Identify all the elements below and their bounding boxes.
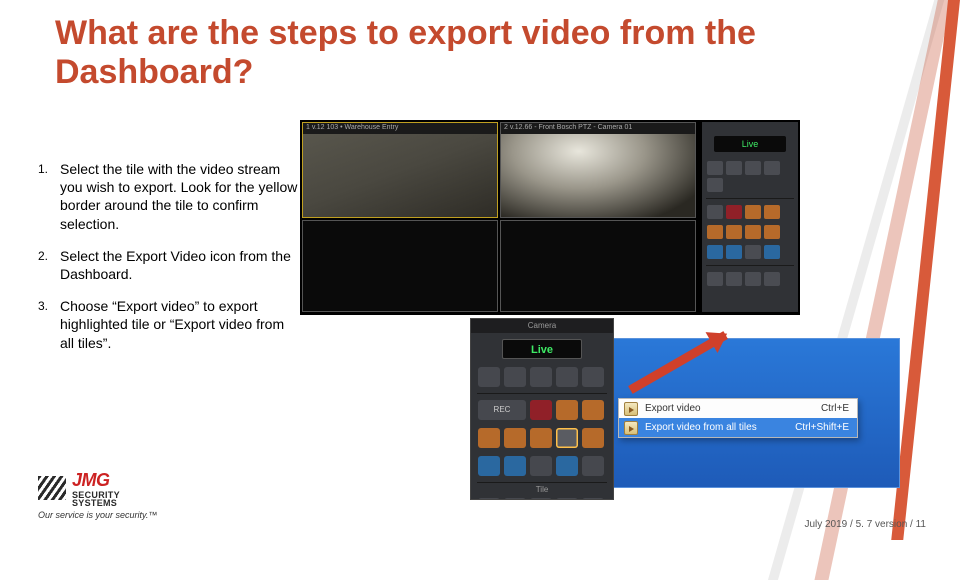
live-indicator: Live [502, 339, 582, 359]
record-icon [530, 400, 552, 420]
snapshot-icon [556, 400, 578, 420]
camera-control-panel: Live [702, 122, 798, 312]
tool-icon [707, 245, 723, 259]
panel-header: Camera [471, 319, 613, 333]
folder-icon [764, 205, 780, 219]
tool-icon [764, 225, 780, 239]
export-icon [624, 421, 638, 435]
tool-icon [530, 428, 552, 448]
pause-icon [745, 161, 761, 175]
steps-list: 1. Select the tile with the video stream… [38, 160, 298, 366]
prev-icon [726, 161, 742, 175]
layout-icon [504, 498, 526, 500]
camera-control-panel-zoom: Camera Live REC [470, 318, 614, 500]
tile-header: 1 v.12 103 • Warehouse Entry [303, 123, 497, 134]
camera-tile: 2 v.12.66 - Front Bosch PTZ - Camera 01 [500, 122, 696, 218]
tool-icon [504, 456, 526, 476]
company-logo: JMG SECURITY SYSTEMS Our service is your… [38, 470, 157, 520]
tool-icon [478, 456, 500, 476]
slide-decoration [924, 0, 960, 540]
camera-tile-empty [302, 220, 498, 312]
record-icon [726, 205, 742, 219]
step-text: Choose “Export video” to export highligh… [60, 297, 298, 352]
dashboard-screenshot-grid: 1 v.12 103 • Warehouse Entry 2 v.12.66 -… [300, 120, 800, 315]
step-number: 1. [38, 160, 60, 233]
camera-tile-selected: 1 v.12 103 • Warehouse Entry [302, 122, 498, 218]
live-indicator: Live [714, 136, 786, 152]
next-icon [556, 367, 578, 387]
step-number: 3. [38, 297, 60, 352]
layout-icon [530, 498, 552, 500]
layout-icon [582, 498, 604, 500]
menu-item-export-video: Export video Ctrl+E [619, 399, 857, 418]
step-text: Select the Export Video icon from the Da… [60, 247, 298, 283]
layout-icon [478, 498, 500, 500]
tool-icon [707, 205, 723, 219]
tool-icon [582, 456, 604, 476]
rec-button: REC [478, 400, 526, 420]
next-icon [764, 161, 780, 175]
layout-icon [556, 498, 578, 500]
tool-icon [504, 428, 526, 448]
step-item: 2. Select the Export Video icon from the… [38, 247, 298, 283]
export-icon [745, 225, 761, 239]
menu-item-shortcut: Ctrl+Shift+E [795, 422, 849, 433]
slide-title: What are the steps to export video from … [55, 14, 815, 92]
layout-icon [745, 272, 761, 286]
layout-icon [707, 272, 723, 286]
step-item: 3. Choose “Export video” to export highl… [38, 297, 298, 352]
layout-icon [726, 272, 742, 286]
layout-icon [764, 272, 780, 286]
forward-icon [582, 367, 604, 387]
pause-icon [530, 367, 552, 387]
export-menu-screenshot: Camera Live REC [470, 318, 910, 500]
tool-icon [530, 456, 552, 476]
tool-icon [726, 245, 742, 259]
tool-icon [707, 225, 723, 239]
tile-section-label: Tile [471, 485, 613, 494]
tool-icon [582, 428, 604, 448]
tool-icon [764, 245, 780, 259]
step-number: 2. [38, 247, 60, 283]
rewind-icon [707, 161, 723, 175]
snapshot-icon [745, 205, 761, 219]
menu-item-export-all-tiles: Export video from all tiles Ctrl+Shift+E [619, 418, 857, 437]
camera-tile-empty [500, 220, 696, 312]
rewind-icon [478, 367, 500, 387]
tool-icon [556, 456, 578, 476]
prev-icon [504, 367, 526, 387]
folder-icon [582, 400, 604, 420]
logo-mark-icon [38, 476, 66, 500]
step-item: 1. Select the tile with the video stream… [38, 160, 298, 233]
slide-footer: July 2019 / 5. 7 version / 11 [804, 519, 926, 530]
export-icon [624, 402, 638, 416]
tool-icon [726, 225, 742, 239]
menu-item-label: Export video [645, 403, 701, 414]
step-text: Select the tile with the video stream yo… [60, 160, 298, 233]
forward-icon [707, 178, 723, 192]
logo-tagline: Our service is your security.™ [38, 510, 157, 520]
logo-line2: SYSTEMS [72, 499, 120, 507]
menu-item-shortcut: Ctrl+E [821, 403, 849, 414]
tile-header: 2 v.12.66 - Front Bosch PTZ - Camera 01 [501, 123, 695, 134]
export-context-menu: Export video Ctrl+E Export video from al… [618, 398, 858, 438]
menu-item-label: Export video from all tiles [645, 422, 757, 433]
export-video-icon [556, 428, 578, 448]
tool-icon [478, 428, 500, 448]
logo-brand: JMG [72, 470, 110, 490]
tool-icon [745, 245, 761, 259]
